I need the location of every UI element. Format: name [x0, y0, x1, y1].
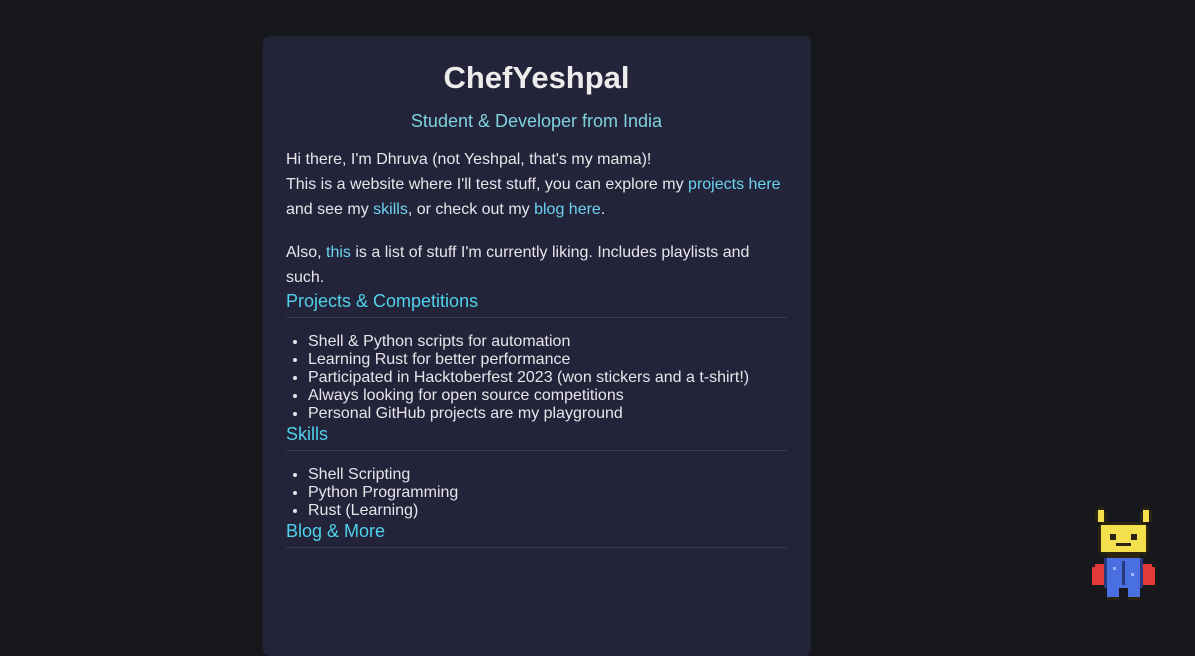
page-title: ChefYeshpal [443, 60, 630, 95]
intro-text: Hi there, I'm Dhruva (not Yeshpal, that'… [286, 147, 787, 290]
intro-line-3-middle: , or check out my [407, 201, 535, 218]
projects-link[interactable]: projects here [688, 176, 781, 193]
list-item: Participated in Hacktoberfest 2023 (won … [308, 369, 787, 387]
list-item: Shell Scripting [308, 466, 787, 484]
profile-card: ChefYeshpal Student & Developer from Ind… [263, 36, 811, 656]
list-item: Rust (Learning) [308, 502, 787, 520]
list-item: Shell & Python scripts for automation [308, 333, 787, 351]
projects-heading: Projects & Competitions [286, 290, 787, 318]
blog-heading: Blog & More [286, 520, 787, 548]
intro-line-2: This is a website where I'll test stuff,… [286, 176, 689, 193]
list-item: Python Programming [308, 484, 787, 502]
skills-link[interactable]: skills [373, 201, 408, 218]
pixel-mascot-icon[interactable] [1092, 507, 1158, 603]
list-item: Personal GitHub projects are my playgrou… [308, 405, 787, 423]
skills-heading: Skills [286, 423, 787, 451]
projects-list: Shell & Python scripts for automation Le… [286, 333, 787, 423]
intro-line-3-start: and see my [286, 201, 374, 218]
list-item: Always looking for open source competiti… [308, 387, 787, 405]
page-subtitle: Student & Developer from India [410, 111, 663, 131]
blog-link[interactable]: blog here [534, 201, 601, 218]
liking-list-link[interactable]: this [326, 244, 351, 261]
also-text-end: is a list of stuff I'm currently liking.… [286, 244, 750, 286]
also-text-start: Also, [286, 244, 327, 261]
intro-line-3-end: . [600, 201, 606, 218]
skills-list: Shell Scripting Python Programming Rust … [286, 466, 787, 520]
intro-line-1: Hi there, I'm Dhruva (not Yeshpal, that'… [286, 151, 652, 168]
list-item: Learning Rust for better performance [308, 351, 787, 369]
